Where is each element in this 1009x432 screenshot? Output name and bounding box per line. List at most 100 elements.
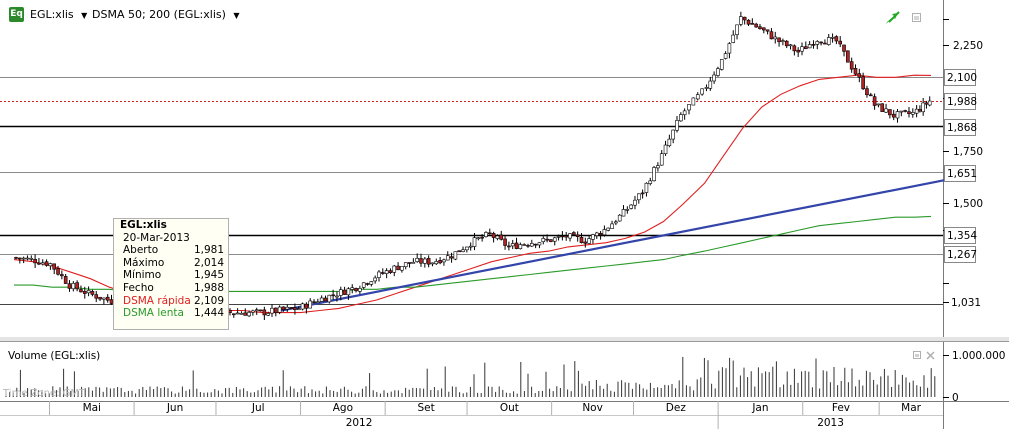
candle	[691, 97, 696, 106]
candle-body	[52, 263, 57, 270]
candle-body	[652, 167, 656, 182]
candle-body	[380, 272, 385, 274]
candle-body	[918, 109, 922, 112]
candle-body	[723, 53, 728, 59]
candle-body	[44, 261, 49, 266]
candle-body	[606, 227, 611, 231]
candle-body	[491, 233, 496, 238]
chart-restore-icon[interactable]	[912, 13, 921, 22]
candle-body	[746, 19, 751, 25]
candle-body	[415, 257, 419, 262]
candle-body	[895, 111, 900, 119]
candle-body	[445, 255, 450, 261]
candle	[549, 239, 553, 243]
candle-body	[392, 265, 397, 273]
candle-body	[335, 295, 339, 298]
candle-body	[587, 238, 591, 244]
svg-text:1,651: 1,651	[947, 168, 977, 180]
candle-body	[461, 249, 465, 252]
chevron-down-icon: ▼	[233, 11, 240, 20]
candle-body	[377, 271, 381, 278]
candle-body	[533, 243, 538, 246]
price-tick-2250: 2,250	[953, 40, 983, 52]
candle-body	[358, 288, 362, 292]
candle-body	[687, 104, 691, 111]
candle-body	[346, 288, 351, 296]
price-flag-2100: 2,100	[944, 69, 977, 86]
candle-body	[924, 102, 929, 105]
svg-text:2,100: 2,100	[947, 72, 977, 84]
candle-body	[86, 290, 91, 294]
candle-body	[235, 312, 240, 315]
candle-body	[907, 111, 911, 114]
price-flag-1267: 1,267	[944, 246, 977, 263]
candle-body	[758, 26, 762, 30]
candle-body	[819, 41, 823, 44]
candle-body	[823, 42, 827, 45]
candle-body	[773, 36, 778, 40]
candle-body	[300, 303, 305, 310]
candle-body	[25, 257, 30, 260]
candle-body	[815, 41, 820, 45]
candle-body	[545, 238, 549, 241]
indicator-dropdown[interactable]: DSMA 50; 200 (EGL:xlis) ▼	[92, 8, 240, 21]
candle-body	[274, 307, 278, 313]
candle-body	[251, 310, 255, 313]
candle-body	[319, 297, 324, 302]
candle	[457, 250, 462, 253]
candle-body	[891, 113, 896, 118]
candle-body	[838, 40, 843, 45]
candle-body	[537, 242, 542, 246]
candle-body	[761, 27, 766, 31]
candle-body	[403, 262, 408, 267]
candle-body	[659, 153, 664, 166]
candle-body	[876, 103, 881, 106]
svg-text:1,267: 1,267	[947, 249, 977, 261]
candle-body	[365, 283, 370, 285]
candle-body	[449, 256, 454, 259]
candle-body	[781, 40, 785, 42]
candle-body	[438, 260, 442, 264]
candle-body	[480, 236, 484, 239]
price-flag-1354: 1,354	[944, 227, 977, 244]
candle-body	[853, 68, 858, 75]
candle-body	[880, 103, 885, 112]
price-tick-1500: 1,500	[953, 198, 983, 210]
candle-body	[407, 262, 412, 264]
volume-watermark: Time Zone: GMT	[2, 388, 86, 399]
symbol-icon[interactable]: Eq	[9, 7, 24, 22]
month-label: Jun	[166, 402, 183, 414]
candle-body	[465, 246, 469, 251]
candle-body	[419, 258, 423, 264]
candle-body	[331, 294, 335, 297]
symbol-dropdown[interactable]: EGL:xlis ▼	[30, 8, 87, 21]
candle-body	[453, 251, 458, 260]
candle-body	[800, 46, 804, 52]
candle-body	[568, 233, 572, 239]
tooltip-title: EGL:xlis	[120, 219, 167, 231]
candle-body	[583, 241, 588, 244]
tooltip-date: 20-Mar-2013	[123, 231, 190, 244]
candle-body	[868, 94, 873, 97]
candle-body	[105, 296, 110, 301]
candle-body	[510, 243, 515, 247]
candle-body	[388, 270, 393, 274]
candle-body	[384, 270, 389, 274]
candle-body	[243, 312, 248, 316]
candle-body	[636, 193, 641, 201]
candle-body	[849, 61, 854, 70]
candle-body	[530, 243, 534, 247]
candle-body	[865, 88, 869, 96]
candle-body	[700, 88, 704, 95]
candle	[484, 231, 488, 238]
candle-body	[549, 239, 553, 242]
candle-body	[296, 308, 301, 311]
volume-restore-icon[interactable]	[913, 351, 921, 359]
month-label: Set	[417, 402, 434, 414]
candle-body	[71, 283, 76, 290]
candle-body	[60, 274, 64, 277]
candle-body	[33, 258, 37, 264]
main-chart-svg[interactable]: Mai Jun Jul Ago Set Out Nov Dez Jan Fev Mar 2012 201…	[0, 0, 1009, 429]
candle-body	[430, 262, 435, 265]
candle-body	[94, 294, 99, 299]
